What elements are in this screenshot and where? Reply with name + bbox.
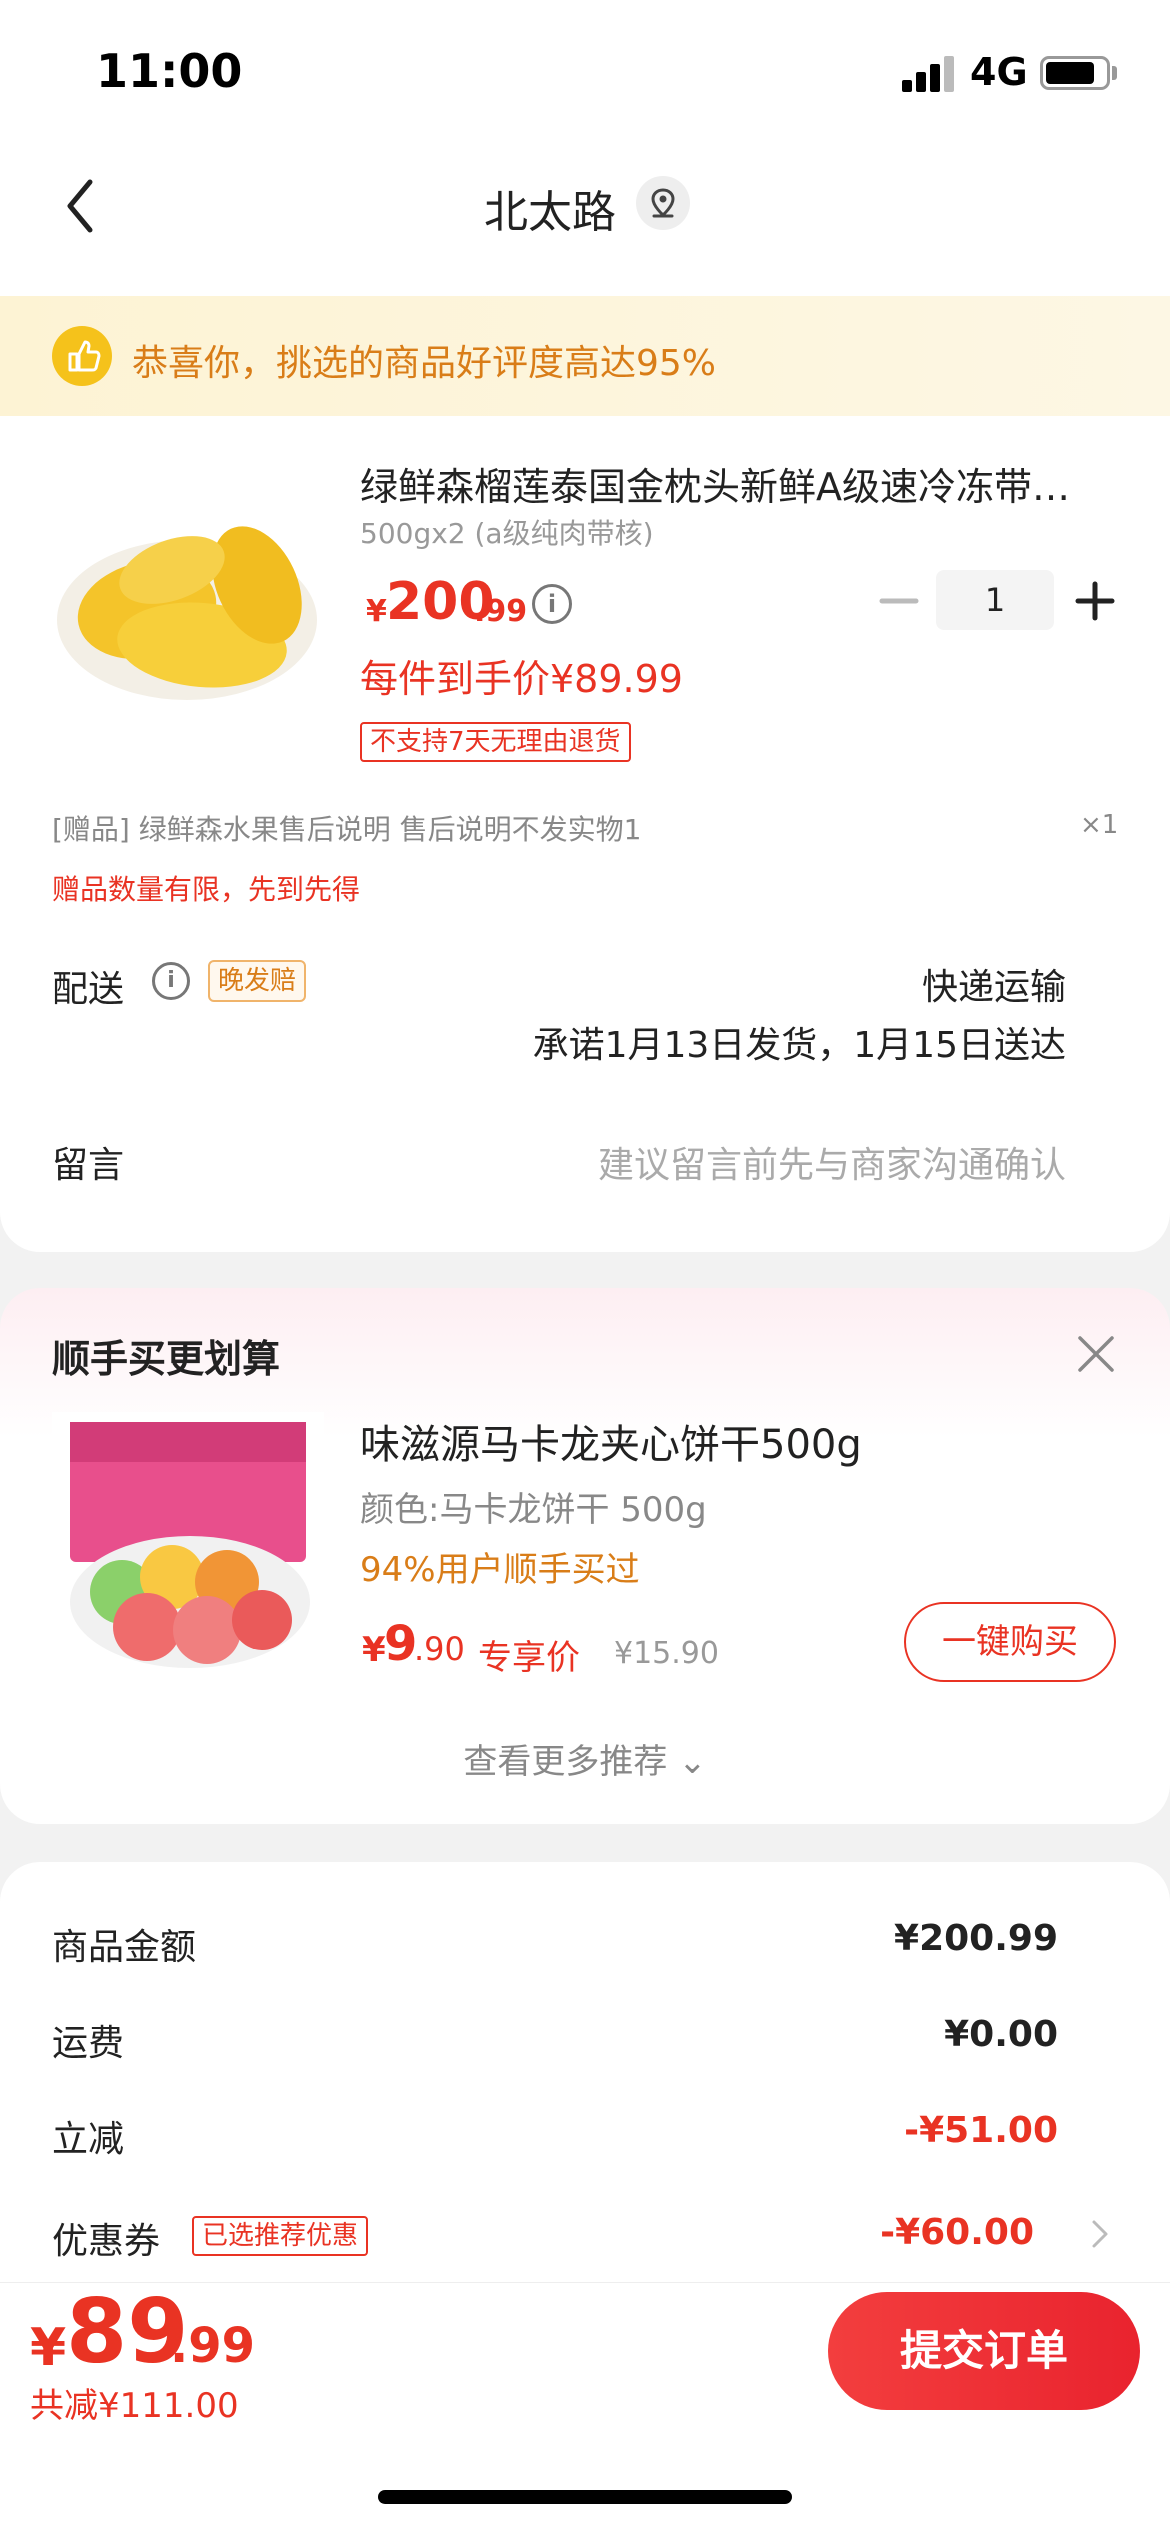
network-label: 4G: [970, 50, 1028, 94]
banner-text: 恭喜你，挑选的商品好评度高达95%: [132, 343, 717, 384]
shipping-label: 配送: [52, 969, 125, 1010]
summary-value-coupon[interactable]: -¥60.00: [880, 2212, 1034, 2253]
one-click-buy-button[interactable]: 一键购买: [904, 1602, 1116, 1682]
signal-icon: [902, 56, 954, 92]
battery-tip: [1112, 66, 1117, 80]
gift-quantity: ×1: [1080, 810, 1119, 840]
recommend-price-symbol: ¥: [362, 1630, 386, 1670]
recommend-title: 顺手买更划算: [52, 1337, 281, 1381]
summary-label-shipping: 运费: [52, 2023, 125, 2064]
more-recommend-link[interactable]: 查看更多推荐 ⌄: [0, 1734, 1170, 1783]
recommend-price-decimal: .90: [414, 1630, 465, 1668]
summary-value-goods: ¥200.99: [894, 1918, 1058, 1959]
price-symbol: ¥: [366, 594, 387, 629]
summary-label-discount: 立减: [52, 2119, 125, 2160]
shipping-promise: 承诺1月13日发货，1月15日送达: [532, 1025, 1066, 1066]
deal-price: 每件到手价¥89.99: [360, 657, 683, 701]
total-decimal: .99: [170, 2318, 256, 2374]
gift-limit-note: 赠品数量有限，先到先得: [52, 873, 361, 906]
durian-image[interactable]: [52, 470, 322, 710]
no-return-badge: 不支持7天无理由退货: [360, 722, 631, 762]
total-saved: 共减¥111.00: [30, 2386, 239, 2426]
chevron-right-icon[interactable]: [1086, 2214, 1114, 2254]
product-title[interactable]: 绿鲜森榴莲泰国金枕头新鲜A级速冷冻带…: [360, 456, 1120, 511]
quantity-value[interactable]: 1: [936, 570, 1054, 630]
recommend-item-spec: 颜色:马卡龙饼干 500g: [360, 1490, 707, 1530]
original-price: ¥15.90: [614, 1636, 719, 1671]
recommend-item-rate: 94%用户顺手买过: [360, 1550, 640, 1590]
thumbs-up-icon: [52, 326, 112, 386]
close-icon[interactable]: [1076, 1334, 1116, 1374]
home-indicator[interactable]: [378, 2490, 792, 2504]
location-icon[interactable]: [636, 176, 690, 230]
summary-label-coupon[interactable]: 优惠券: [52, 2212, 160, 2264]
recommend-item-title[interactable]: 味滋源马卡龙夹心饼干500g: [360, 1412, 862, 1470]
total-symbol: ¥: [30, 2318, 67, 2378]
exclusive-price-tag: 专享价: [478, 1638, 580, 1678]
minus-icon[interactable]: [876, 578, 922, 624]
summary-label-goods: 商品金额: [52, 1927, 197, 1968]
message-input[interactable]: 建议留言前先与商家沟通确认: [598, 1136, 1066, 1188]
status-time: 11:00: [96, 44, 243, 98]
product-spec[interactable]: 500gx2 (a级纯肉带核): [360, 512, 654, 552]
summary-value-shipping: ¥0.00: [944, 2014, 1058, 2055]
price-info-icon[interactable]: i: [532, 584, 572, 624]
shipping-info-icon[interactable]: i: [152, 962, 190, 1000]
plus-icon[interactable]: [1072, 578, 1118, 624]
page-title: 北太路: [484, 187, 616, 238]
summary-value-discount: -¥51.00: [904, 2110, 1058, 2151]
shipping-method: 快递运输: [921, 967, 1066, 1008]
battery-icon: [1040, 56, 1110, 90]
macaron-image[interactable]: [52, 1412, 324, 1680]
price-decimal: .99: [474, 594, 528, 629]
recommend-price-integer: 9: [384, 1616, 418, 1672]
coupon-badge[interactable]: 已选推荐优惠: [192, 2216, 369, 2256]
message-label: 留言: [52, 1145, 125, 1186]
submit-order-button[interactable]: 提交订单: [828, 2292, 1140, 2410]
late-compensation-badge[interactable]: 晚发赔: [208, 960, 307, 1002]
gift-item: [赠品] 绿鲜森水果售后说明 售后说明不发实物1: [52, 813, 642, 846]
